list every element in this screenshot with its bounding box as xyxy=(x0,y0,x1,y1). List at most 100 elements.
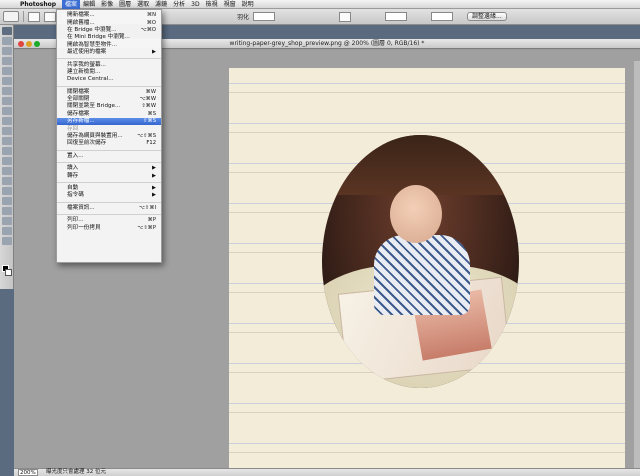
quick-select-tool-icon[interactable] xyxy=(1,57,12,65)
style-dropdown[interactable] xyxy=(339,11,352,22)
menu-view[interactable]: 檢視 xyxy=(203,0,221,9)
menu-layer[interactable]: 圖層 xyxy=(116,0,134,9)
menu-item-label: 儲存檔案 xyxy=(67,110,90,117)
file-menu-item[interactable]: 列印... ⌘P xyxy=(57,217,161,224)
menu-item-label: 開啟舊檔... xyxy=(67,19,95,26)
file-menu-item[interactable]: 儲存檔案 ⌘S xyxy=(57,111,161,118)
feather-input[interactable] xyxy=(253,12,276,21)
menu-file[interactable]: 檔案 xyxy=(62,0,81,9)
file-menu-item[interactable]: 另存新檔... ⇧⌘S xyxy=(57,118,161,126)
eyedropper-tool-icon[interactable] xyxy=(1,77,12,85)
menu-filter[interactable]: 濾鏡 xyxy=(152,0,170,9)
menu-edit[interactable]: 編輯 xyxy=(80,0,98,9)
add-selection-icon[interactable] xyxy=(44,11,56,22)
menu-item-label: 在 Mini Bridge 中瀏覽... xyxy=(67,34,130,41)
gradient-tool-icon[interactable] xyxy=(1,137,12,145)
file-menu-item[interactable]: 關閉檔案 ⌘W xyxy=(57,89,161,96)
file-menu-item[interactable]: 置入... xyxy=(57,153,161,160)
zoom-tool-icon[interactable] xyxy=(1,237,12,245)
file-menu-item[interactable]: 列印一份拷貝 ⌥⇧⌘P xyxy=(57,224,161,231)
3d-rotate-tool-icon[interactable] xyxy=(1,207,12,215)
tools-panel xyxy=(0,25,14,289)
menu-item-label: 開新檔案... xyxy=(67,12,95,19)
file-menu-item[interactable]: 最近使用的檔案 ▶ xyxy=(57,49,161,56)
menu-item-label: 開啟為智慧型物件... xyxy=(67,41,118,48)
status-bar: 200% 曝光度只會處理 32 位元 xyxy=(14,468,640,476)
file-menu-item[interactable]: 開新檔案... ⌘N xyxy=(57,12,161,19)
menu-separator xyxy=(57,181,161,183)
file-menu-item[interactable]: 讀入 ▶ xyxy=(57,165,161,172)
marquee-tool-icon[interactable] xyxy=(1,27,12,35)
status-info[interactable]: 曝光度只會處理 32 位元 xyxy=(46,469,106,476)
menu-analysis[interactable]: 分析 xyxy=(170,0,188,9)
file-menu-item[interactable]: 在 Mini Bridge 中瀏覽... xyxy=(57,34,161,41)
baby-head xyxy=(390,185,442,243)
menu-item-shortcut: ⌥⇧⌘P xyxy=(137,224,156,231)
move-tool-icon[interactable] xyxy=(1,37,12,45)
file-menu-item[interactable]: 開啟舊檔... ⌘O xyxy=(57,19,161,26)
background-color-swatch[interactable] xyxy=(5,269,12,276)
close-window-icon[interactable] xyxy=(18,41,24,47)
shape-tool-icon[interactable] xyxy=(1,197,12,205)
app-name[interactable]: Photoshop xyxy=(14,1,62,8)
file-menu-item[interactable]: 共享我的螢幕... xyxy=(57,61,161,68)
file-menu-item[interactable]: 指令碼 ▶ xyxy=(57,192,161,199)
3d-orbit-tool-icon[interactable] xyxy=(1,217,12,225)
path-select-tool-icon[interactable] xyxy=(1,187,12,195)
menu-item-shortcut: ⌥⇧⌘S xyxy=(137,133,156,140)
file-menu-item[interactable]: 開啟為智慧型物件... xyxy=(57,42,161,49)
menu-image[interactable]: 影像 xyxy=(98,0,116,9)
hand-tool-icon[interactable] xyxy=(1,227,12,235)
file-menu-item: 存回 xyxy=(57,125,161,132)
height-input[interactable] xyxy=(431,12,454,21)
zoom-field[interactable]: 200% xyxy=(18,469,38,476)
pen-tool-icon[interactable] xyxy=(1,167,12,175)
history-brush-tool-icon[interactable] xyxy=(1,117,12,125)
menu-item-shortcut: ⇧⌘S xyxy=(143,118,156,125)
menu-item-label: 共享我的螢幕... xyxy=(67,61,106,68)
eraser-tool-icon[interactable] xyxy=(1,127,12,135)
vertical-scrollbar[interactable] xyxy=(634,61,640,476)
baby-shirt xyxy=(374,235,470,315)
menu-item-shortcut: ▶ xyxy=(152,192,156,199)
blur-tool-icon[interactable] xyxy=(1,147,12,155)
menu-item-label: 檔案資訊... xyxy=(67,204,95,211)
file-menu-item[interactable]: 檔案資訊... ⌥⇧⌘I xyxy=(57,205,161,212)
minimize-window-icon[interactable] xyxy=(26,41,32,47)
menu-item-label: 存回 xyxy=(67,125,79,132)
menu-item-shortcut: ⌘N xyxy=(146,12,156,19)
tool-preset-picker[interactable] xyxy=(3,11,19,22)
menu-item-shortcut: ⌥⇧⌘I xyxy=(138,204,156,211)
file-menu-item[interactable]: 關閉並跳至 Bridge... ⇧⌘W xyxy=(57,103,161,110)
type-tool-icon[interactable] xyxy=(1,177,12,185)
zoom-window-icon[interactable] xyxy=(34,41,40,47)
stamp-tool-icon[interactable] xyxy=(1,107,12,115)
menu-item-label: 另存新檔... xyxy=(67,118,95,125)
refine-edge-button[interactable]: 調整邊緣... xyxy=(467,12,507,21)
menu-item-label: 關閉檔案 xyxy=(67,88,90,95)
menu-window[interactable]: 視窗 xyxy=(221,0,239,9)
menu-item-shortcut: ▶ xyxy=(152,185,156,191)
crop-tool-icon[interactable] xyxy=(1,67,12,75)
menu-separator xyxy=(57,58,161,60)
menu-select[interactable]: 選取 xyxy=(134,0,152,9)
width-input[interactable] xyxy=(385,12,408,21)
new-selection-icon[interactable] xyxy=(28,11,40,22)
menu-item-label: 列印... xyxy=(67,217,84,224)
menu-item-label: 儲存為網頁與裝置用... xyxy=(67,133,123,140)
menu-help[interactable]: 說明 xyxy=(239,0,257,9)
menu-item-shortcut: ▶ xyxy=(152,165,156,172)
file-menu-item[interactable]: 建立新檢閱... xyxy=(57,69,161,76)
lasso-tool-icon[interactable] xyxy=(1,47,12,55)
menu-item-label: 置入... xyxy=(67,152,84,159)
menu-separator xyxy=(57,213,161,215)
menu-3d[interactable]: 3D xyxy=(188,0,202,9)
document-title: writing-paper-grey_shop_preview.png @ 20… xyxy=(229,40,425,47)
dodge-tool-icon[interactable] xyxy=(1,157,12,165)
file-menu-item[interactable]: 轉存 ▶ xyxy=(57,172,161,179)
menu-item-label: 指令碼 xyxy=(67,192,84,199)
file-menu-item[interactable]: Device Central... xyxy=(57,76,161,83)
file-menu-item[interactable]: 回復至前次儲存 F12 xyxy=(57,140,161,147)
brush-tool-icon[interactable] xyxy=(1,97,12,105)
healing-tool-icon[interactable] xyxy=(1,87,12,95)
